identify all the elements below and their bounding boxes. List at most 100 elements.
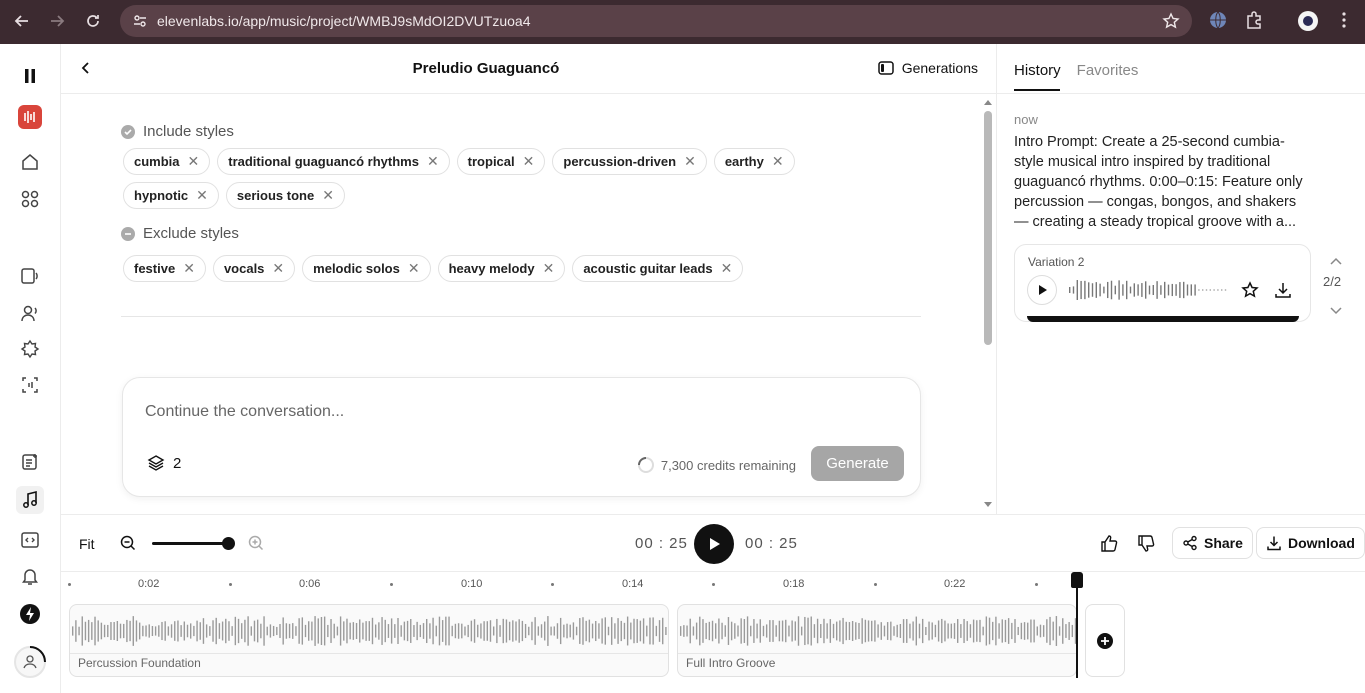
remove-tag-icon[interactable]: ✕	[523, 153, 535, 170]
remove-tag-icon[interactable]: ✕	[427, 153, 439, 170]
extensions-puzzle-icon[interactable]	[1244, 10, 1264, 35]
music-note-icon[interactable]	[16, 486, 44, 514]
bookmark-star-icon[interactable]	[1162, 12, 1180, 35]
waveform-bar	[759, 619, 761, 643]
style-tag[interactable]: traditional guaguancó rhythms ✕	[217, 148, 450, 175]
waveform-bar	[426, 618, 428, 644]
style-tag[interactable]: earthy ✕	[713, 148, 795, 175]
playhead-handle[interactable]	[1071, 572, 1083, 588]
home-icon[interactable]	[18, 150, 42, 174]
timeline-clip[interactable]: Full Intro Groove	[677, 604, 1077, 677]
remove-tag-icon[interactable]: ✕	[196, 187, 208, 204]
waveform-bar	[205, 624, 208, 638]
studio-icon[interactable]	[18, 450, 42, 474]
tab-history[interactable]: History	[1014, 62, 1061, 79]
apps-grid-icon[interactable]	[18, 187, 42, 211]
chevron-down-icon[interactable]	[1330, 302, 1342, 320]
waveform-bar	[718, 618, 720, 644]
style-tag[interactable]: percussion-driven ✕	[552, 148, 707, 175]
download-icon[interactable]	[1274, 281, 1292, 304]
layers-icon	[147, 455, 165, 471]
layers-button[interactable]: 2	[147, 454, 181, 472]
reload-icon[interactable]	[76, 4, 110, 38]
zoom-slider[interactable]	[152, 537, 235, 550]
voice-isolator-icon[interactable]	[18, 373, 42, 397]
url-text[interactable]: elevenlabs.io/app/music/project/WMBJ9sMd…	[157, 13, 531, 29]
waveform-bar	[823, 618, 825, 644]
zoom-slider-knob[interactable]	[222, 537, 235, 550]
style-tag[interactable]: melodic solos ✕	[302, 255, 431, 282]
text-to-speech-icon[interactable]	[18, 264, 42, 288]
thumbs-down-icon[interactable]	[1137, 534, 1156, 558]
style-tag[interactable]: tropical ✕	[456, 148, 546, 175]
voices-icon[interactable]	[18, 301, 42, 325]
back-icon[interactable]	[5, 4, 39, 38]
remove-tag-icon[interactable]: ✕	[408, 260, 420, 277]
workspace-icon[interactable]	[18, 105, 42, 129]
remove-tag-icon[interactable]: ✕	[684, 153, 696, 170]
profile-avatar-icon[interactable]	[1297, 10, 1319, 37]
scroll-up-icon[interactable]	[983, 98, 993, 106]
generations-button[interactable]: Generations	[877, 60, 978, 76]
playhead[interactable]	[1071, 572, 1083, 678]
remove-tag-icon[interactable]: ✕	[322, 187, 334, 204]
tab-favorites[interactable]: Favorites	[1077, 62, 1139, 79]
waveform-bar	[196, 620, 198, 642]
waveform-bar	[528, 626, 530, 636]
waveform-bar	[969, 624, 972, 638]
favorite-star-icon[interactable]	[1241, 281, 1259, 304]
history-prompt[interactable]: Intro Prompt: Create a 25-second cumbia-…	[1014, 132, 1314, 232]
variation-play-button[interactable]	[1027, 275, 1057, 305]
waveform-bar	[880, 622, 882, 640]
remove-tag-icon[interactable]: ✕	[272, 260, 284, 277]
generate-button[interactable]: Generate	[811, 446, 904, 481]
extension-globe-icon[interactable]	[1208, 10, 1228, 35]
waveform-bar	[665, 626, 667, 636]
style-tag[interactable]: vocals ✕	[212, 255, 296, 282]
variation-card[interactable]: Variation 2	[1014, 244, 1311, 322]
scrollbar-thumb[interactable]	[984, 111, 992, 345]
download-button[interactable]: Download	[1256, 527, 1365, 559]
remove-tag-icon[interactable]: ✕	[772, 153, 784, 170]
waveform-bar	[598, 623, 600, 639]
timeline[interactable]: 0:02 0:06 0:10 0:14 0:18 0:22 Percussion…	[61, 572, 1365, 693]
zoom-out-icon[interactable]	[120, 535, 136, 556]
remove-tag-icon[interactable]: ✕	[721, 260, 733, 277]
editor-scrollbar[interactable]	[982, 96, 994, 514]
waveform-bar	[610, 617, 613, 645]
user-avatar-icon[interactable]	[13, 645, 47, 679]
zoom-in-icon[interactable]	[248, 535, 264, 556]
notifications-bell-icon[interactable]	[18, 564, 42, 588]
style-tag[interactable]: acoustic guitar leads ✕	[572, 255, 744, 282]
style-tag[interactable]: heavy melody ✕	[437, 255, 566, 282]
forward-icon[interactable]	[40, 4, 74, 38]
fit-button[interactable]: Fit	[79, 536, 95, 552]
remove-tag-icon[interactable]: ✕	[188, 153, 200, 170]
upgrade-bolt-icon[interactable]	[18, 602, 42, 626]
main-play-button[interactable]	[694, 524, 734, 564]
style-tag[interactable]: festive ✕	[123, 255, 206, 282]
pause-logo-icon[interactable]	[18, 64, 42, 88]
variation-waveform[interactable]	[1067, 278, 1232, 302]
thumbs-up-icon[interactable]	[1100, 534, 1119, 558]
style-tag[interactable]: cumbia ✕	[123, 148, 211, 175]
sound-effects-icon[interactable]	[18, 337, 42, 361]
waveform-bar	[515, 621, 517, 641]
add-clip-button[interactable]	[1085, 604, 1125, 677]
prompt-input[interactable]: Continue the conversation...	[145, 403, 344, 421]
chevron-up-icon[interactable]	[1330, 252, 1342, 270]
remove-tag-icon[interactable]: ✕	[183, 260, 195, 277]
browser-menu-icon[interactable]	[1334, 10, 1354, 35]
address-bar[interactable]: elevenlabs.io/app/music/project/WMBJ9sMd…	[120, 5, 1192, 37]
style-tag[interactable]: serious tone ✕	[225, 182, 345, 209]
site-settings-icon[interactable]	[132, 13, 148, 34]
scroll-down-icon[interactable]	[983, 501, 993, 509]
remove-tag-icon[interactable]: ✕	[543, 260, 555, 277]
timeline-clip[interactable]: Percussion Foundation	[69, 604, 669, 677]
waveform-bar	[947, 623, 949, 639]
developer-code-icon[interactable]	[18, 528, 42, 552]
ruler-dot	[229, 583, 232, 586]
style-tag[interactable]: hypnotic ✕	[123, 182, 219, 209]
waveform-bar	[588, 619, 591, 643]
share-button[interactable]: Share	[1172, 527, 1253, 559]
